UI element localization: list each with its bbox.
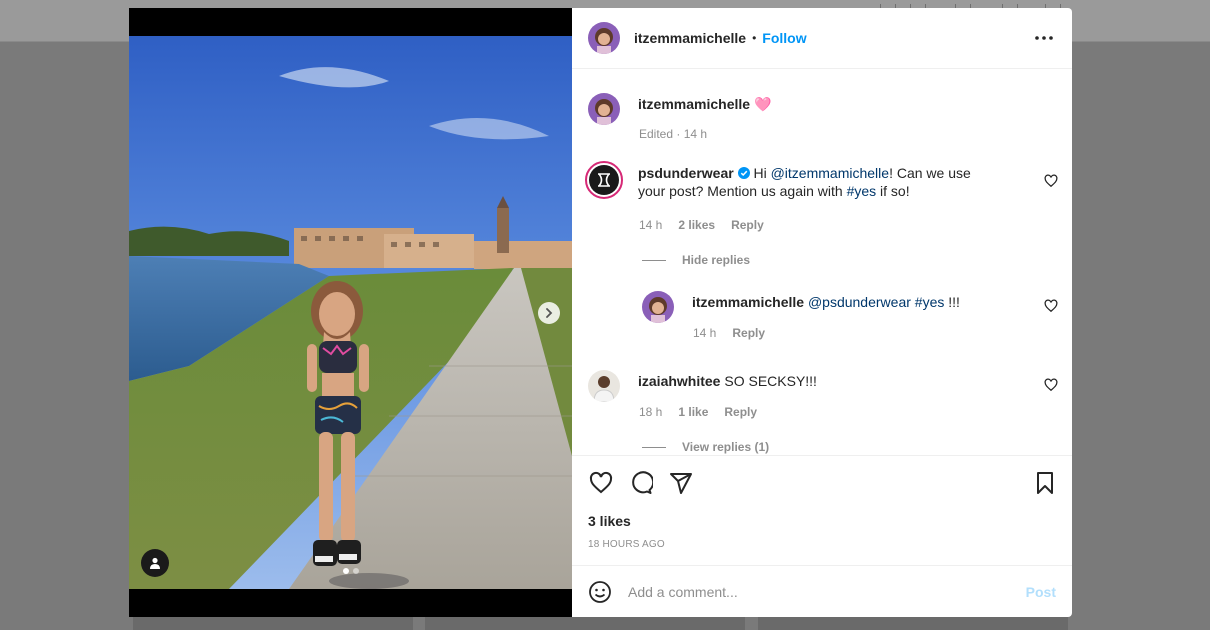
comment-text: Hi [749, 165, 771, 181]
view-replies-label: View replies (1) [682, 440, 770, 454]
reply-avatar[interactable] [642, 291, 674, 323]
post-modal: itzemmamichelle • Follow itzemmamichelle… [129, 8, 1072, 617]
post-header: itzemmamichelle • Follow [572, 8, 1072, 69]
more-horizontal-icon [1035, 36, 1053, 40]
comment-reply-item: itzemmamichelle @psdunderwear #yes !!! [642, 291, 1012, 323]
reply-reply-button[interactable]: Reply [732, 326, 765, 340]
likes-count[interactable]: 3 likes [588, 513, 631, 529]
comment-hashtag-link[interactable]: #yes [847, 183, 877, 199]
comment-username[interactable]: izaiahwhitee [638, 373, 720, 389]
comment-reply-button[interactable]: Reply [724, 405, 757, 419]
comment-meta: 14 h 2 likes Reply [639, 218, 764, 232]
comment-item: psdunderwear Hi @itzemmamichelle! Can we… [585, 161, 998, 200]
post-photo[interactable] [129, 36, 572, 589]
reply-text: !!! [944, 294, 960, 310]
reply-meta: 14 h Reply [693, 326, 765, 340]
share-paper-plane-icon[interactable] [669, 471, 693, 495]
comment-reply-button[interactable]: Reply [731, 218, 764, 232]
comment-text: if so! [876, 183, 910, 199]
comment-time: 18 h [639, 405, 663, 419]
user-icon [150, 557, 160, 569]
chevron-right-icon [546, 308, 553, 318]
like-comment-heart-icon[interactable] [1044, 174, 1058, 188]
commenter-avatar[interactable] [585, 161, 623, 199]
verified-badge-icon [737, 167, 750, 179]
like-heart-icon[interactable] [589, 471, 613, 495]
comment-bubble-icon[interactable] [629, 471, 653, 495]
comment-time: 14 h [639, 218, 663, 232]
post-timestamp: 18 HOURS AGO [588, 539, 665, 550]
replies-divider-line [642, 259, 666, 261]
caption-meta: Edited · 14 h [639, 127, 707, 141]
more-options-button[interactable] [1032, 26, 1056, 50]
comment-item: izaiahwhitee SO SECKSY!!! [588, 370, 998, 402]
view-replies-button[interactable]: View replies (1) [642, 440, 769, 454]
comments-list: itzemmamichelle 🩷 Edited · 14 h psdunder… [572, 69, 1072, 455]
caption-edited-time: Edited · 14 h [639, 127, 708, 141]
header-separator: • [752, 31, 757, 45]
carousel-dot [353, 568, 359, 574]
replies-divider-line [642, 446, 666, 448]
like-comment-heart-icon[interactable] [1044, 299, 1058, 313]
comment-input[interactable] [628, 584, 1026, 600]
follow-button[interactable]: Follow [762, 30, 806, 46]
comment-likes-count[interactable]: 1 like [678, 405, 708, 419]
comment-composer: Post [572, 565, 1072, 618]
post-media [129, 8, 572, 617]
post-details-panel: itzemmamichelle • Follow itzemmamichelle… [572, 8, 1072, 617]
caption: itzemmamichelle 🩷 [588, 93, 998, 125]
author-avatar[interactable] [588, 22, 620, 54]
caption-avatar[interactable] [588, 93, 620, 125]
comment-mention-link[interactable]: @itzemmamichelle [771, 165, 889, 181]
caption-username[interactable]: itzemmamichelle [638, 96, 750, 112]
save-bookmark-icon[interactable] [1033, 471, 1057, 495]
hide-replies-label: Hide replies [682, 253, 751, 267]
hide-replies-button[interactable]: Hide replies [642, 253, 750, 267]
comment-text: SO SECKSY!!! [720, 373, 817, 389]
author-username[interactable]: itzemmamichelle [634, 30, 746, 46]
reply-mention-link[interactable]: @psdunderwear [808, 294, 911, 310]
reply-hashtag-link[interactable]: #yes [915, 294, 945, 310]
carousel-next-button[interactable] [538, 302, 560, 324]
comment-username[interactable]: psdunderwear [638, 165, 734, 181]
like-comment-heart-icon[interactable] [1044, 378, 1058, 392]
reply-username[interactable]: itzemmamichelle [692, 294, 804, 310]
comment-meta: 18 h 1 like Reply [639, 405, 757, 419]
tagged-users-button[interactable] [141, 549, 169, 577]
post-actions: 3 likes 18 HOURS AGO Post [572, 455, 1072, 617]
carousel-indicator [343, 568, 359, 574]
reply-time: 14 h [693, 326, 717, 340]
commenter-avatar[interactable] [588, 370, 620, 402]
carousel-dot-active [343, 568, 349, 574]
comment-likes-count[interactable]: 2 likes [678, 218, 715, 232]
post-comment-button[interactable]: Post [1026, 584, 1056, 600]
emoji-icon[interactable] [588, 580, 612, 604]
caption-text: 🩷 [753, 96, 772, 112]
